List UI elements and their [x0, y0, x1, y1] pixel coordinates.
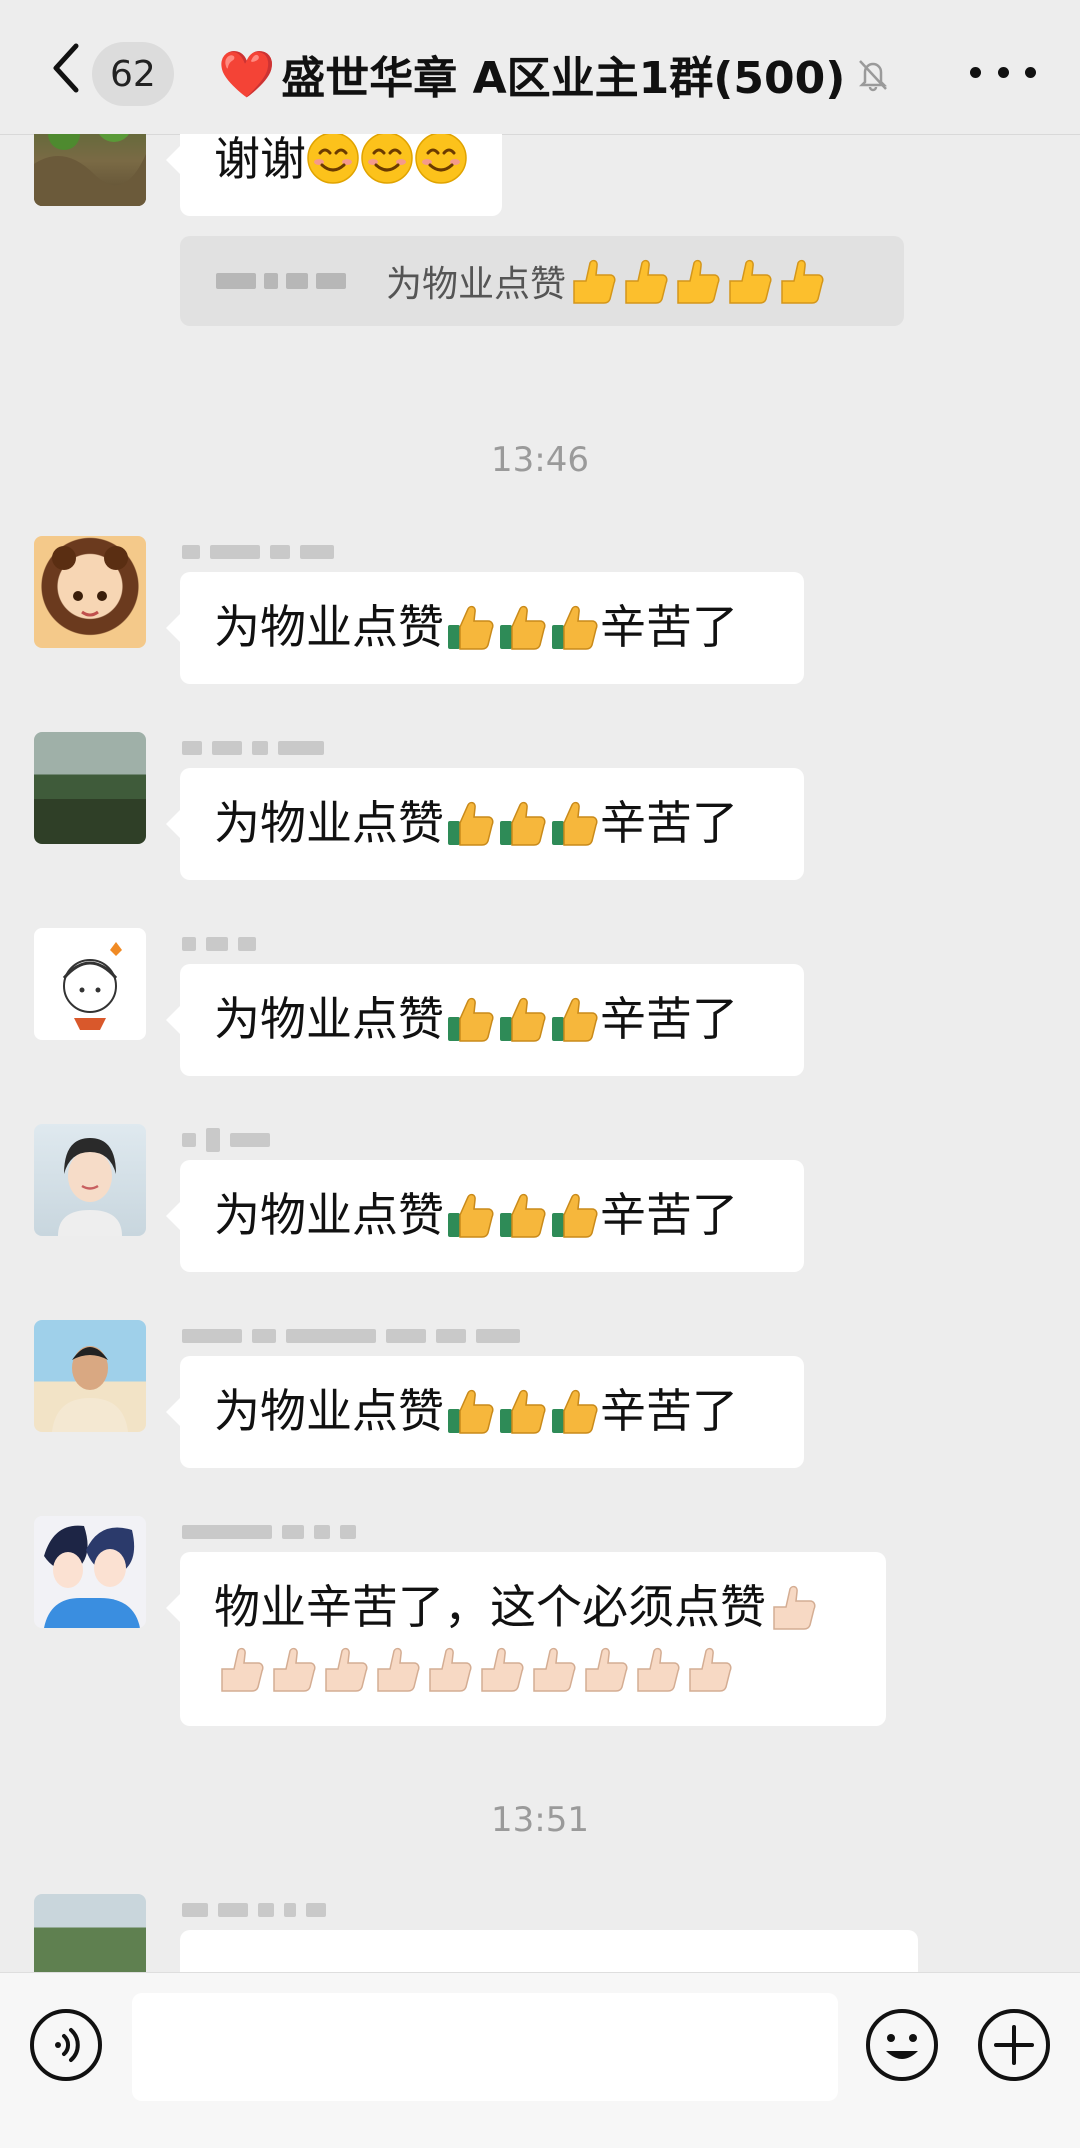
cartoon-girl-avatar: [52, 546, 128, 617]
sender-name-redacted: [182, 1898, 326, 1922]
timestamp: 13:51: [491, 1800, 589, 1840]
message-text-suffix: 辛苦了: [600, 992, 738, 1046]
message-text-suffix: 辛苦了: [600, 1188, 738, 1242]
thumbs-up-icon: [566, 255, 618, 307]
avatar[interactable]: [34, 1516, 146, 1628]
thumbs-up-icon: [444, 1385, 496, 1437]
thumbs-up-icon: [496, 1385, 548, 1437]
more-options-button[interactable]: [970, 52, 1036, 92]
thumbs-up-icon: [578, 1643, 630, 1695]
sender-name-redacted: [182, 736, 324, 760]
thumbs-up-icon: [682, 1643, 734, 1695]
sender-name-redacted: [182, 1520, 356, 1544]
chat-header: 62 ❤️ 盛世华章 A区业主1群(500): [0, 0, 1080, 135]
thumbs-up-icon: [496, 993, 548, 1045]
plus-icon[interactable]: [976, 2007, 1052, 2083]
thumbs-up-icon: [444, 797, 496, 849]
thumbs-up-icon: [496, 601, 548, 653]
avatar[interactable]: [34, 1124, 146, 1236]
thumbs-up-icon: [214, 1643, 266, 1695]
heart-emoji: ❤️: [218, 47, 276, 101]
message-bubble[interactable]: 为物业点赞 辛苦了: [166, 964, 804, 1076]
sender-name-redacted: [182, 540, 334, 564]
message-bubble[interactable]: [180, 1930, 918, 1972]
message-bubble[interactable]: 为物业点赞 辛苦了: [166, 768, 804, 880]
unread-count-badge[interactable]: 62: [92, 42, 174, 106]
voice-icon[interactable]: [28, 2007, 104, 2083]
avatar[interactable]: [34, 1320, 146, 1432]
chat-screen: 62 ❤️ 盛世华章 A区业主1群(500) 谢谢 为物业点赞 13:46 为物…: [0, 0, 1080, 2148]
thumbs-up-icon: [722, 255, 774, 307]
chat-input-bar: [0, 1972, 1080, 2148]
message-bubble[interactable]: 为物业点赞 辛苦了: [166, 572, 804, 684]
person-photo-avatar: [52, 1346, 128, 1432]
thumbs-up-icon: [496, 1189, 548, 1241]
thumbs-up-icon: [474, 1643, 526, 1695]
message-text: 谢谢: [214, 134, 306, 186]
avatar[interactable]: [34, 536, 146, 648]
smiling-face-icon: [306, 134, 360, 185]
message-text: 为物业点赞: [214, 796, 444, 850]
message-text-suffix: 辛苦了: [600, 796, 738, 850]
back-button[interactable]: [36, 38, 96, 98]
thumbs-up-icon: [670, 255, 722, 307]
sender-name-redacted: [182, 932, 256, 956]
chat-title: ❤️ 盛世华章 A区业主1群(500): [218, 36, 893, 112]
thumbs-up-icon: [766, 1581, 818, 1633]
thumbs-up-icon: [548, 797, 600, 849]
avatar[interactable]: [34, 1894, 146, 1972]
avatar[interactable]: [34, 134, 146, 206]
thumbs-up-icon: [496, 797, 548, 849]
group-name: 盛世华章 A区业主1群(500): [281, 53, 846, 104]
avatar[interactable]: [34, 928, 146, 1040]
avatar[interactable]: [34, 732, 146, 844]
sender-name-redacted: [182, 1324, 520, 1348]
thumbs-up-icon: [548, 1385, 600, 1437]
message-text: 物业辛苦了，这个必须点赞: [214, 1580, 766, 1634]
message-input[interactable]: [132, 1993, 838, 2101]
thumbs-up-icon: [548, 1189, 600, 1241]
thumbs-up-icon: [774, 255, 826, 307]
message-text-suffix: 辛苦了: [600, 1384, 738, 1438]
message-bubble[interactable]: 为物业点赞 辛苦了: [166, 1160, 804, 1272]
thumbs-up-icon: [266, 1643, 318, 1695]
message-text: 为物业点赞: [214, 1188, 444, 1242]
field-photo: [34, 134, 146, 206]
thumbs-up-icon: [630, 1643, 682, 1695]
message-bubble[interactable]: 为物业点赞 辛苦了: [166, 1356, 804, 1468]
thumbs-up-icon: [444, 1189, 496, 1241]
thumbs-up-icon: [526, 1643, 578, 1695]
thumbs-up-icon: [548, 993, 600, 1045]
thumbs-up-icon: [318, 1643, 370, 1695]
cartoon-doodle-avatar: [62, 942, 122, 1030]
message-text: 为物业点赞: [214, 1384, 444, 1438]
message-bubble[interactable]: 谢谢: [166, 134, 502, 216]
quoted-text: 为物业点赞: [386, 264, 567, 305]
mute-bell-icon: [859, 60, 888, 92]
cartoon-woman-avatar: [58, 1138, 122, 1236]
smiling-face-icon: [414, 134, 468, 185]
message-text: 为物业点赞: [214, 600, 444, 654]
message-list[interactable]: 谢谢 为物业点赞 13:46 为物业点赞 辛苦了 为物业点赞 辛苦了 为物业点赞…: [0, 134, 1080, 1972]
thumbs-up-icon: [548, 601, 600, 653]
thumbs-up-icon: [444, 601, 496, 653]
message-bubble[interactable]: 物业辛苦了，这个必须点赞: [166, 1552, 886, 1726]
emoji-icon[interactable]: [864, 2007, 940, 2083]
more-dots-icon: [970, 66, 981, 78]
smiling-face-icon: [360, 134, 414, 185]
thumbs-up-icon: [618, 255, 670, 307]
thumbs-up-icon: [444, 993, 496, 1045]
timestamp: 13:46: [491, 440, 589, 480]
sender-name-redacted: [182, 1128, 270, 1152]
message-text: 为物业点赞: [214, 992, 444, 1046]
thumbs-up-icon: [422, 1643, 474, 1695]
thumbs-up-icon: [370, 1643, 422, 1695]
anime-couple-avatar: [44, 1525, 140, 1628]
chevron-left-icon: [53, 43, 79, 93]
quoted-sender-redacted: [216, 273, 346, 289]
quoted-message[interactable]: 为物业点赞: [180, 236, 904, 326]
message-text-suffix: 辛苦了: [600, 600, 738, 654]
